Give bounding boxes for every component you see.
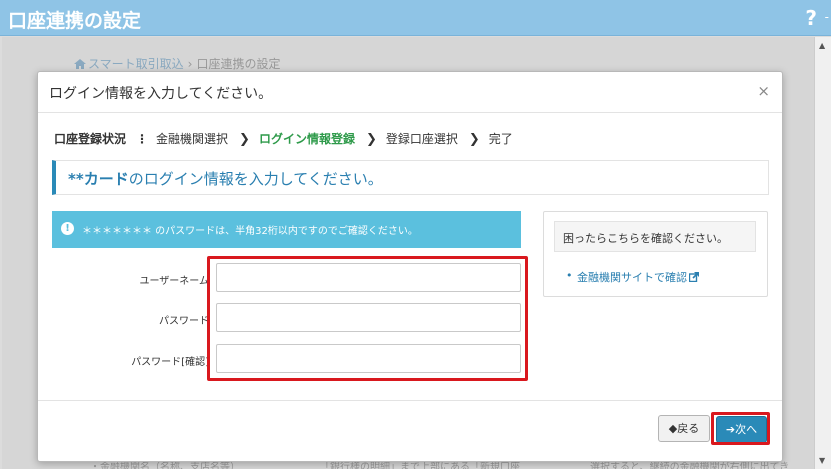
steps-label: 口座登録状況: [54, 132, 127, 146]
page-scrollbar[interactable]: ▲ ▼: [814, 37, 831, 469]
step-arrow-icon: ❯: [365, 132, 377, 147]
card-name: **カード: [68, 170, 129, 188]
username-row: ユーザーネーム: [52, 263, 531, 295]
help-panel: 困ったらこちらを確認ください。 • 金融機関サイトで確認: [543, 211, 768, 297]
password-confirm-row: パスワード[確認]: [52, 344, 531, 376]
info-icon: !: [61, 222, 74, 235]
help-bullet: •: [566, 269, 573, 282]
bank-site-link-label[interactable]: 金融機関サイトで確認: [577, 271, 687, 284]
breadcrumb-separator: ›: [187, 57, 193, 71]
info-text: ＊＊＊＊＊＊＊ のパスワードは、半角32桁以内ですのでご確認ください。: [82, 226, 418, 237]
app-titlebar: 口座連携の設定 ? -: [0, 0, 831, 36]
scroll-down-icon[interactable]: ▼: [819, 456, 825, 465]
password-label: パスワード: [159, 316, 209, 327]
breadcrumb-current: 口座連携の設定: [196, 57, 281, 71]
step-bank-select: 金融機関選択: [156, 132, 229, 146]
collapse-icon[interactable]: -: [825, 10, 829, 24]
modal-header: ログイン情報を入力してください。 ×: [38, 72, 782, 113]
step-login-info: ログイン情報登録: [258, 132, 355, 146]
back-button[interactable]: ◆戻る: [658, 415, 710, 442]
password-info-alert: ! ＊＊＊＊＊＊＊ のパスワードは、半角32桁以内ですのでご確認ください。: [52, 211, 521, 248]
registration-steps: 口座登録状況 ⋮ 金融機関選択 ❯ ログイン情報登録 ❯ 登録口座選択 ❯ 完了: [54, 130, 515, 147]
home-icon: [74, 59, 86, 69]
page-title: 口座連携の設定: [8, 10, 142, 32]
step-arrow-icon: ❯: [468, 132, 480, 147]
password-row: パスワード: [52, 303, 531, 335]
step-complete: 完了: [488, 132, 513, 146]
breadcrumb: スマート取引取込 › 口座連携の設定: [74, 55, 280, 72]
external-link-icon[interactable]: [689, 272, 699, 282]
username-input[interactable]: [216, 263, 521, 292]
breadcrumb-home[interactable]: スマート取引取込: [88, 57, 184, 71]
close-icon[interactable]: ×: [757, 82, 770, 100]
scroll-up-icon[interactable]: ▲: [819, 41, 825, 50]
help-icon[interactable]: ?: [805, 6, 817, 30]
username-label: ユーザーネーム: [139, 276, 210, 287]
password-confirm-input[interactable]: [216, 344, 521, 373]
help-panel-title: 困ったらこちらを確認ください。: [554, 221, 756, 252]
steps-colon: ⋮: [136, 132, 149, 146]
modal-footer-divider: [38, 400, 782, 401]
step-account-select: 登録口座選択: [385, 132, 458, 146]
section-heading: **カードのログイン情報を入力してください。: [52, 160, 769, 195]
password-confirm-label: パスワード[確認]: [131, 357, 209, 368]
modal-title: ログイン情報を入力してください。: [49, 86, 273, 102]
bank-site-link[interactable]: 金融機関サイトで確認: [577, 269, 699, 285]
heading-text: のログイン情報を入力してください。: [128, 170, 383, 188]
next-button[interactable]: ➔次へ: [716, 416, 767, 443]
password-input[interactable]: [216, 303, 521, 332]
login-info-modal: ログイン情報を入力してください。 × 口座登録状況 ⋮ 金融機関選択 ❯ ログイン情報登…: [37, 71, 783, 462]
step-arrow-icon: ❯: [239, 132, 250, 147]
